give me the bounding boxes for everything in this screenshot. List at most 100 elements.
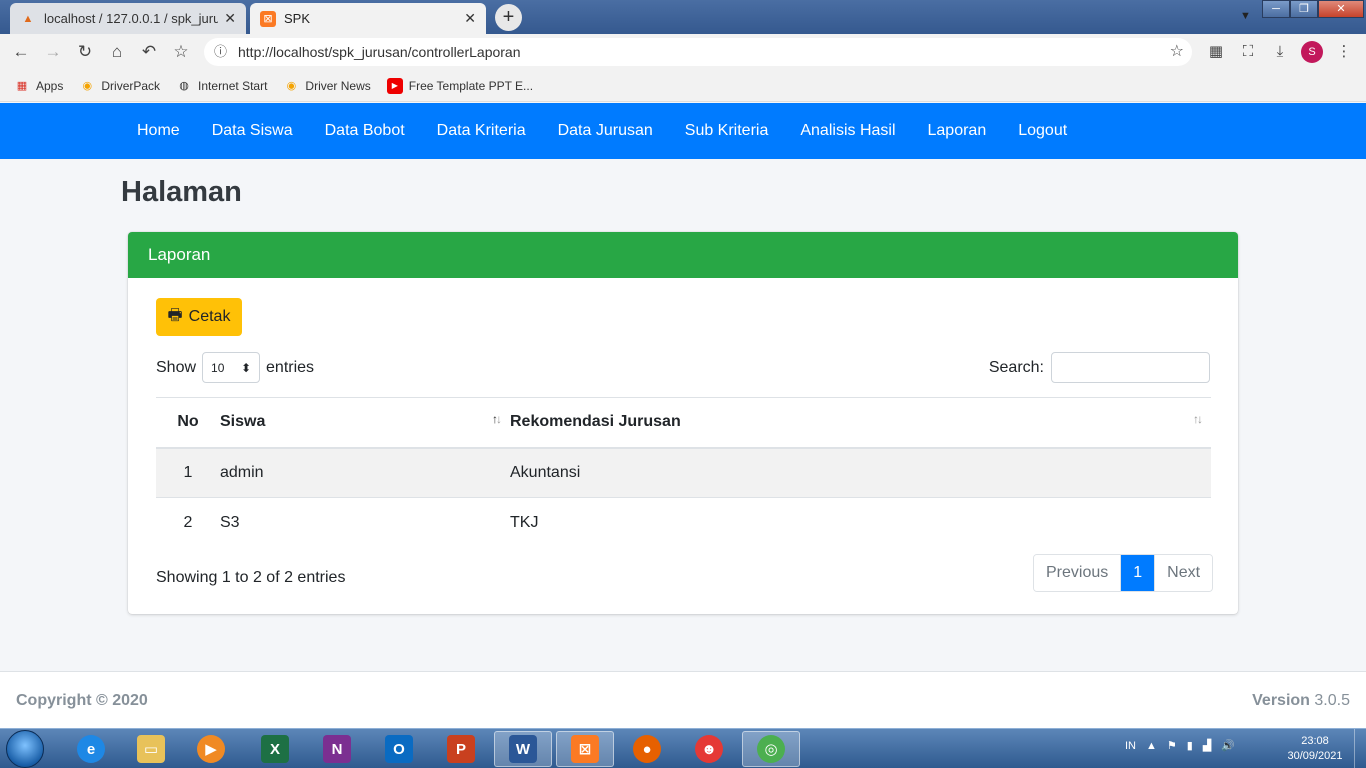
show-desktop-button[interactable]: [1354, 729, 1366, 768]
column-header-label: Rekomendasi Jurusan: [510, 413, 681, 431]
profile-avatar[interactable]: S: [1301, 41, 1323, 63]
page-title: Halaman: [121, 176, 242, 208]
nav-sub-kriteria[interactable]: Sub Kriteria: [669, 122, 785, 140]
column-header-rekomendasi-jurusan[interactable]: Rekomendasi Jurusan ↑↓: [510, 397, 1211, 449]
reload-icon[interactable]: ↻: [74, 41, 96, 63]
minimize-button[interactable]: ─: [1262, 0, 1290, 18]
taskbar-word[interactable]: W: [494, 731, 552, 767]
column-header-siswa[interactable]: Siswa ↑↓: [220, 397, 510, 449]
start-button[interactable]: [6, 730, 44, 768]
new-tab-button[interactable]: +: [495, 4, 522, 31]
taskbar-powerpoint[interactable]: P: [432, 731, 490, 767]
laporan-table: No Siswa ↑↓ Rekomendasi Jurusan ↑↓ 1 adm…: [156, 397, 1211, 548]
nav-data-bobot[interactable]: Data Bobot: [309, 122, 421, 140]
page-footer: Copyright © 2020 Version 3.0.5: [0, 671, 1366, 728]
system-tray: IN ▲ ⚑ ▮ ▟ 🔊: [1125, 739, 1235, 753]
bookmark-page-icon[interactable]: ☆: [1170, 38, 1184, 66]
entries-label: entries: [266, 358, 315, 376]
forward-icon[interactable]: →: [42, 41, 64, 63]
driverpack-icon: ◉: [286, 80, 297, 92]
bookmark-star-icon[interactable]: ☆: [170, 41, 192, 63]
print-button[interactable]: 🖶 Cetak: [156, 298, 242, 336]
back-icon[interactable]: ←: [10, 41, 32, 63]
search-input[interactable]: [1051, 352, 1210, 383]
undo-icon[interactable]: ↶: [138, 41, 160, 63]
tab-search-icon[interactable]: ▼: [1240, 10, 1251, 22]
table-row: 1 admin Akuntansi: [156, 447, 1211, 498]
sort-icon: ↑↓: [1193, 412, 1203, 426]
entries-length-control: Show 10 ⬍ entries: [156, 352, 314, 383]
bookmark-label: DriverPack: [101, 78, 161, 93]
pagination-page-1[interactable]: 1: [1121, 555, 1155, 591]
bookmark-internet-start[interactable]: ◍ Internet Start: [176, 78, 267, 94]
cell-siswa: S3: [220, 497, 510, 548]
internet-explorer-icon: e: [77, 735, 105, 763]
network-icon[interactable]: ▟: [1203, 739, 1211, 752]
taskbar-file-explorer[interactable]: ▭: [122, 731, 180, 767]
power-icon[interactable]: ▮: [1187, 739, 1193, 752]
taskbar-excel[interactable]: X: [246, 731, 304, 767]
show-hidden-icons-icon[interactable]: ▲: [1146, 740, 1157, 752]
close-tab-icon[interactable]: ✕: [224, 10, 236, 27]
window-controls: ─ ❐ ✕: [1262, 0, 1364, 20]
taskbar-onenote[interactable]: N: [308, 731, 366, 767]
driverpack-icon: ◉: [82, 80, 93, 92]
nav-analisis-hasil[interactable]: Analisis Hasil: [784, 122, 911, 140]
taskbar-firefox[interactable]: ●: [618, 731, 676, 767]
bookmark-apps[interactable]: ▦ Apps: [14, 78, 64, 94]
nav-home[interactable]: Home: [121, 122, 196, 140]
taskbar-internet-explorer[interactable]: e: [62, 731, 120, 767]
youtube-icon: ▶: [386, 77, 403, 94]
pagination-next[interactable]: Next: [1154, 555, 1213, 591]
tab-title: localhost / 127.0.0.1 / spk_jurusan: [44, 11, 219, 26]
card-header: Laporan: [128, 232, 1238, 278]
volume-icon[interactable]: 🔊: [1221, 739, 1235, 752]
taskbar-outlook[interactable]: O: [370, 731, 428, 767]
address-bar-row: ← → ↻ ⌂ ↶ ☆ ⓘ http://localhost/spk_jurus…: [0, 34, 1366, 70]
nav-data-siswa[interactable]: Data Siswa: [196, 122, 309, 140]
taskbar-media-player[interactable]: ▶: [182, 731, 240, 767]
browser-tab-phpmyadmin[interactable]: ▲ localhost / 127.0.0.1 / spk_jurusan ✕: [10, 3, 246, 34]
home-icon[interactable]: ⌂: [106, 41, 128, 63]
table-row: 2 S3 TKJ: [156, 497, 1211, 548]
excel-icon: X: [261, 735, 289, 763]
site-info-icon[interactable]: ⓘ: [214, 38, 227, 66]
system-clock[interactable]: 23:08 30/09/2021: [1280, 734, 1350, 764]
download-icon[interactable]: ⤓: [1270, 42, 1290, 62]
nav-data-kriteria[interactable]: Data Kriteria: [421, 122, 542, 140]
close-tab-icon[interactable]: ✕: [464, 10, 476, 27]
maximize-button[interactable]: ❐: [1290, 0, 1318, 18]
taskbar-xampp[interactable]: ⊠: [556, 731, 614, 767]
crop-icon[interactable]: ⛶: [1238, 42, 1258, 62]
nav-laporan[interactable]: Laporan: [912, 122, 1003, 140]
menu-icon[interactable]: ⋮: [1334, 42, 1354, 62]
url-field[interactable]: ⓘ http://localhost/spk_jurusan/controlle…: [204, 38, 1192, 66]
firefox-icon: ●: [633, 735, 661, 763]
url-text: http://localhost/spk_jurusan/controllerL…: [238, 44, 521, 60]
column-header-no[interactable]: No: [156, 397, 220, 449]
globe-icon: ◍: [179, 80, 189, 92]
action-center-icon[interactable]: ⚑: [1167, 739, 1177, 752]
cell-jurusan: Akuntansi: [510, 447, 1211, 498]
browser-tab-spk[interactable]: ⊠ SPK ✕: [250, 3, 486, 34]
taskbar-chrome[interactable]: ◎: [742, 731, 800, 767]
language-indicator[interactable]: IN: [1125, 740, 1136, 752]
bookmark-free-template[interactable]: ▶ Free Template PPT E...: [386, 77, 533, 94]
cell-jurusan: TKJ: [510, 497, 1211, 548]
cell-siswa: admin: [220, 447, 510, 498]
version-info: Version 3.0.5: [1252, 692, 1350, 710]
column-header-label: Siswa: [220, 413, 266, 431]
bookmark-driverpack[interactable]: ◉ DriverPack: [79, 78, 161, 94]
entries-select[interactable]: 10 ⬍: [202, 352, 261, 383]
extensions-icon[interactable]: ▦: [1206, 42, 1226, 62]
nav-logout[interactable]: Logout: [1002, 122, 1083, 140]
bookmark-label: Apps: [36, 78, 64, 93]
pagination-previous[interactable]: Previous: [1034, 555, 1122, 591]
cell-no: 1: [156, 447, 220, 498]
table-header-row: No Siswa ↑↓ Rekomendasi Jurusan ↑↓: [156, 397, 1211, 449]
word-icon: W: [509, 735, 537, 763]
taskbar-app[interactable]: ☻: [680, 731, 738, 767]
bookmark-driver-news[interactable]: ◉ Driver News: [283, 78, 371, 94]
close-window-button[interactable]: ✕: [1318, 0, 1364, 18]
nav-data-jurusan[interactable]: Data Jurusan: [542, 122, 669, 140]
